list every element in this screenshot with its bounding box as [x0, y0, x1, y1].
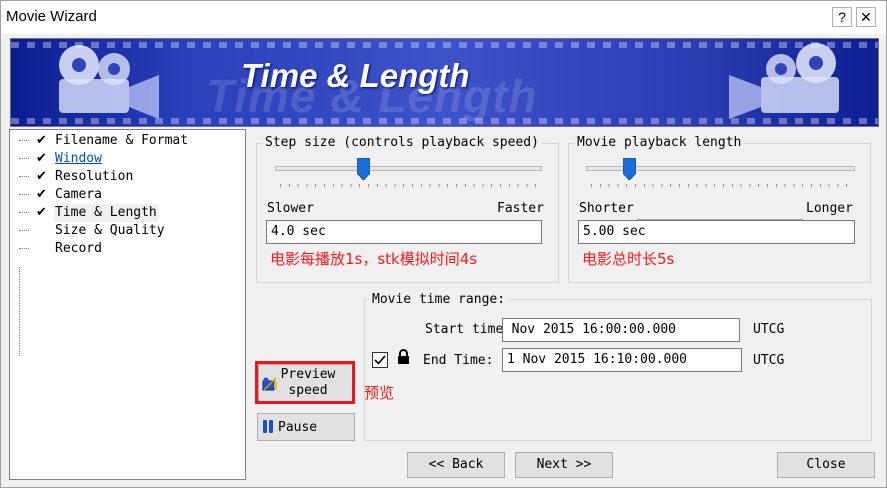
- checkmark-icon: ✔: [36, 205, 47, 220]
- close-button[interactable]: Close: [777, 452, 875, 478]
- end-time-checkbox[interactable]: [372, 352, 388, 368]
- step-size-annotation: 电影每播放1s，stk模拟时间4s: [270, 250, 478, 268]
- page-title: Time & Length: [241, 57, 470, 94]
- time-range-group-label: Movie time range:: [369, 292, 509, 307]
- playback-length-ticks: [591, 184, 851, 187]
- checkmark-icon: ✔: [36, 169, 47, 184]
- playback-length-annotation: 电影总时长5s: [582, 250, 675, 268]
- step-size-slider-track[interactable]: [275, 166, 542, 171]
- preview-annotation: 预览: [364, 384, 395, 402]
- longer-label: Longer: [806, 201, 853, 216]
- preview-highlight-box: [255, 361, 355, 404]
- close-window-button[interactable]: ✕: [856, 7, 876, 27]
- step-size-ticks: [280, 184, 538, 187]
- faster-label: Faster: [497, 201, 544, 216]
- checkmark-icon: ✔: [36, 133, 47, 148]
- playback-length-group-label: Movie playback length: [574, 135, 745, 150]
- back-button[interactable]: << Back: [407, 452, 505, 478]
- playback-length-slider-thumb[interactable]: [622, 158, 636, 180]
- start-time-input[interactable]: 1 Nov 2015 16:00:00.000: [502, 318, 740, 342]
- pause-label: Pause: [278, 420, 318, 435]
- wizard-steps-tree: ✔ Filename & Format ✔ Window ✔ Resolutio…: [9, 129, 246, 480]
- window-title: Movie Wizard: [6, 8, 97, 25]
- step-size-input[interactable]: 4.0 sec: [266, 220, 542, 244]
- header-banner: Time & Length Time & Length: [10, 38, 879, 127]
- checkmark-icon: ✔: [36, 187, 47, 202]
- slower-label: Slower: [267, 201, 314, 216]
- film-camera-right-icon: [729, 43, 839, 119]
- end-time-unit: UTCG: [753, 353, 785, 368]
- pause-icon: [263, 420, 273, 433]
- lock-icon[interactable]: [397, 349, 410, 365]
- start-time-label: Start time:: [425, 322, 512, 337]
- end-time-label: End Time:: [423, 353, 494, 368]
- help-button[interactable]: ?: [832, 7, 852, 27]
- next-button[interactable]: Next >>: [515, 452, 613, 478]
- checkmark-icon: [374, 355, 386, 365]
- playback-length-input[interactable]: 5.00 sec: [578, 220, 855, 244]
- shorter-label: Shorter: [579, 201, 634, 216]
- title-bar: Movie Wizard ? ✕: [1, 1, 886, 34]
- film-camera-left-icon: [59, 45, 159, 119]
- start-time-unit: UTCG: [753, 322, 785, 337]
- pause-button[interactable]: Pause: [257, 413, 355, 441]
- movie-wizard-window: Movie Wizard ? ✕ Time & Length Time & Le…: [0, 0, 887, 488]
- checkmark-icon: ✔: [36, 151, 47, 166]
- step-size-slider-thumb[interactable]: [356, 158, 370, 180]
- step-size-group-label: Step size (controls playback speed): [262, 135, 542, 150]
- end-time-input[interactable]: 1 Nov 2015 16:10:00.000: [502, 348, 742, 372]
